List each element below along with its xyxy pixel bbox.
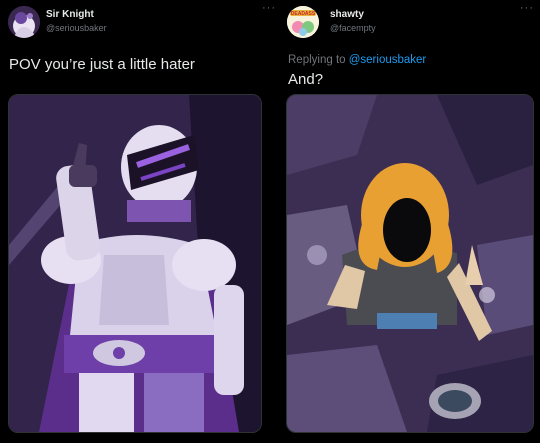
avatar[interactable] <box>8 6 40 38</box>
tweet-text: POV you’re just a little hater <box>9 56 195 73</box>
more-options-icon[interactable]: ··· <box>262 2 276 14</box>
tweet-text: And? <box>288 71 324 88</box>
blonde-figure-middle-finger-illustration-icon <box>287 95 533 432</box>
purple-character-avatar-icon <box>8 6 40 38</box>
replying-to: Replying to @seriousbaker <box>288 54 426 66</box>
user-handle[interactable]: @seriousbaker <box>46 23 107 33</box>
tweet-media[interactable] <box>286 94 534 433</box>
display-name[interactable]: Sir Knight <box>46 9 94 20</box>
reply-prefix: Replying to <box>288 54 349 66</box>
avatar[interactable]: DEADASS <box>287 6 319 38</box>
avatar-lettering: DEADASS <box>291 11 316 17</box>
more-options-icon[interactable]: ··· <box>520 2 534 14</box>
reply-mention-link[interactable]: @seriousbaker <box>349 54 427 66</box>
tweet-media[interactable] <box>8 94 262 433</box>
tweet-left: Sir Knight @seriousbaker ··· POV you’re … <box>0 0 275 443</box>
display-name[interactable]: shawty <box>330 9 364 20</box>
user-handle[interactable]: @facempty <box>330 23 376 33</box>
colorful-cartoon-avatar-icon: DEADASS <box>287 6 319 38</box>
tweet-right: DEADASS shawty @facempty ··· Replying to… <box>278 0 540 443</box>
knight-middle-finger-illustration-icon <box>9 95 261 432</box>
